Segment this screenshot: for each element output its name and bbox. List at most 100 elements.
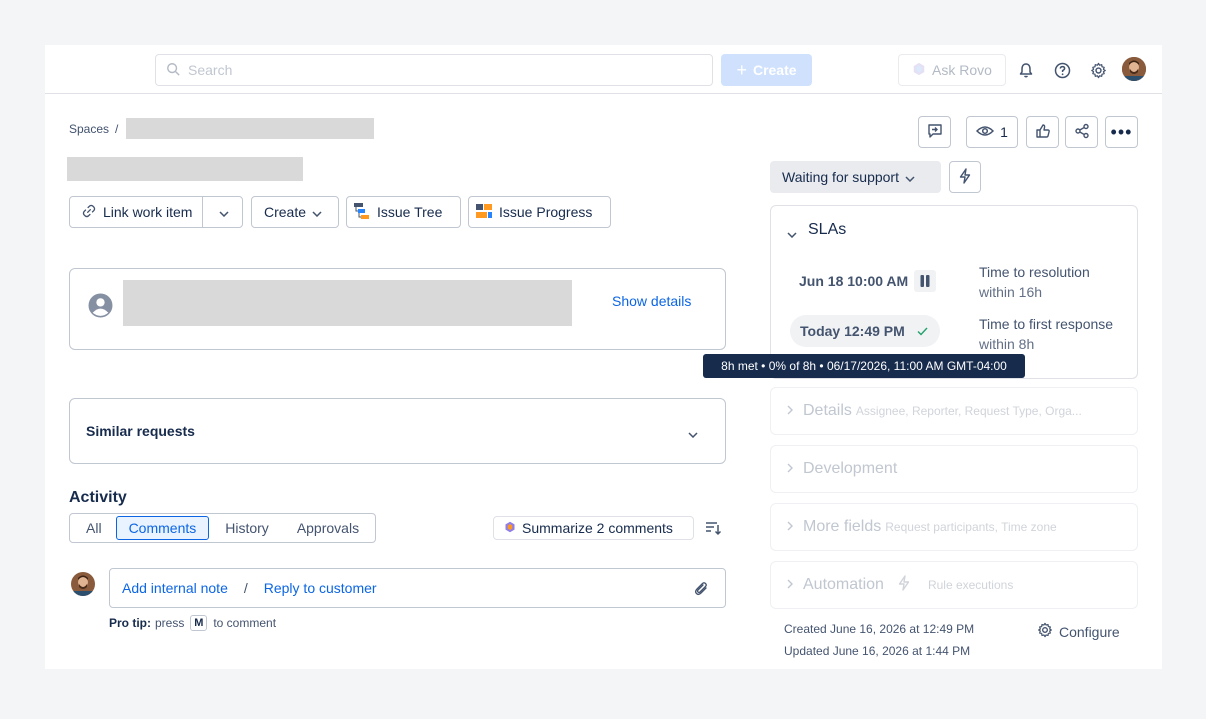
ask-rovo-button[interactable]: Ask Rovo (898, 54, 1006, 86)
details-section[interactable]: Details Assignee, Reporter, Request Type… (770, 387, 1138, 435)
watchers-button[interactable]: 1 (966, 116, 1018, 148)
sla-resolution-goal: within 16h (979, 284, 1043, 300)
reply-to-customer-link[interactable]: Reply to customer (264, 580, 377, 596)
reporter-description-redacted (123, 280, 572, 326)
configure-button[interactable]: Configure (1037, 622, 1120, 641)
activity-tabs: All Comments History Approvals (69, 513, 377, 543)
pro-tip-suffix: to comment (213, 616, 277, 630)
show-details-link[interactable]: Show details (612, 293, 691, 309)
tab-history[interactable]: History (211, 516, 283, 540)
summarize-comments-button[interactable]: Summarize 2 comments (493, 516, 694, 540)
breadcrumb-separator: / (115, 121, 119, 136)
summarize-label: Summarize 2 comments (522, 520, 673, 536)
lightning-icon (898, 574, 910, 596)
settings-gear-icon[interactable] (1087, 59, 1109, 81)
reporter-card: Show details (69, 268, 726, 350)
more-horizontal-icon: ••• (1110, 122, 1133, 142)
tab-approvals[interactable]: Approvals (285, 516, 371, 540)
sla-first-response-time: Today 12:49 PM (800, 323, 905, 339)
plus-icon: + (736, 59, 747, 80)
share-button[interactable] (1065, 116, 1098, 148)
vote-button[interactable] (1026, 116, 1059, 148)
thumbs-up-icon (1035, 123, 1051, 142)
create-dropdown-button[interactable]: Create (251, 196, 339, 228)
lightning-icon (959, 167, 971, 187)
pro-tip-key: M (190, 615, 208, 631)
more-fields-section[interactable]: More fields Request participants, Time z… (770, 503, 1138, 551)
breadcrumb-project-redacted[interactable] (126, 118, 375, 139)
tab-all[interactable]: All (74, 516, 114, 540)
watchers-count: 1 (1000, 124, 1008, 140)
eye-icon (976, 124, 995, 140)
similar-requests-title: Similar requests (86, 423, 195, 439)
search-input[interactable] (188, 62, 668, 78)
chevron-down-icon (905, 169, 915, 185)
link-work-item-dropdown[interactable] (209, 197, 239, 227)
pause-icon (914, 270, 937, 292)
chevron-right-icon (787, 402, 793, 420)
chevron-right-icon (787, 460, 793, 478)
issue-progress-icon (475, 203, 493, 222)
tab-comments[interactable]: Comments (115, 516, 210, 540)
pro-tip: Pro tip: press M to comment (109, 615, 276, 631)
sla-first-response-goal: within 8h (979, 336, 1035, 352)
status-dropdown[interactable]: Waiting for support (770, 161, 941, 193)
more-fields-sub: Request participants, Time zone (885, 520, 1057, 534)
more-fields-title: More fields (803, 518, 882, 535)
similar-requests-panel[interactable]: Similar requests (69, 398, 726, 464)
sla-panel: SLAs Jun 18 10:00 AM Time to resolution … (770, 205, 1138, 379)
automation-sub: Rule executions (927, 578, 1014, 592)
breadcrumb: Spaces / (69, 118, 375, 139)
issue-tree-icon (353, 202, 371, 223)
help-icon[interactable] (1051, 59, 1073, 81)
link-icon (82, 204, 96, 221)
details-sub: Assignee, Reporter, Request Type, Orga..… (855, 404, 1082, 418)
rovo-icon (912, 62, 926, 79)
paperclip-icon[interactable] (694, 581, 708, 599)
development-section[interactable]: Development (770, 445, 1138, 493)
breadcrumb-spaces-link[interactable]: Spaces (69, 122, 109, 136)
user-placeholder-icon (88, 293, 113, 323)
development-title: Development (803, 460, 898, 477)
chevron-down-icon (312, 204, 322, 220)
automation-section[interactable]: Automation Rule executions (770, 561, 1138, 609)
link-work-item-label: Link work item (103, 204, 193, 220)
chevron-down-icon[interactable] (787, 225, 797, 243)
chevron-down-icon (219, 204, 229, 220)
issue-title-redacted[interactable] (67, 157, 303, 181)
top-navigation: + Create Ask Rovo (45, 45, 1162, 94)
settings-gear-icon (1037, 622, 1053, 641)
sla-resolution-time-label: Jun 18 10:00 AM (799, 273, 909, 289)
status-label: Waiting for support (782, 169, 899, 185)
bell-icon[interactable] (1015, 59, 1037, 81)
sla-tooltip: 8h met • 0% of 8h • 06/17/2026, 11:00 AM… (703, 354, 1025, 378)
sla-title[interactable]: SLAs (808, 221, 846, 239)
user-avatar[interactable] (1122, 57, 1146, 81)
chevron-down-icon[interactable] (688, 425, 698, 443)
search-box[interactable] (155, 54, 713, 86)
more-actions-button[interactable]: ••• (1105, 116, 1138, 148)
sort-icon[interactable] (705, 520, 722, 541)
search-icon (166, 62, 180, 79)
create-label: Create (752, 62, 797, 78)
sla-resolution-name: Time to resolution (979, 264, 1090, 280)
updated-date: Updated June 16, 2026 at 1:44 PM (784, 644, 971, 658)
pro-tip-label: Pro tip: (109, 616, 151, 630)
link-work-item-group: Link work item (69, 196, 243, 228)
rovo-icon (504, 520, 516, 536)
issue-progress-label: Issue Progress (499, 204, 593, 220)
automation-actions-button[interactable] (949, 161, 981, 193)
automation-title: Automation (803, 576, 884, 593)
sla-resolution-time: Jun 18 10:00 AM (799, 270, 937, 292)
link-work-item-button[interactable]: Link work item (70, 197, 204, 227)
issue-progress-button[interactable]: Issue Progress (468, 196, 611, 228)
pro-tip-press: press (155, 616, 185, 630)
sla-first-response-pill[interactable]: Today 12:49 PM (790, 315, 940, 347)
add-internal-note-link[interactable]: Add internal note (122, 580, 228, 596)
issue-tree-button[interactable]: Issue Tree (346, 196, 461, 228)
feedback-button[interactable] (918, 116, 951, 148)
comment-box[interactable]: Add internal note / Reply to customer (109, 568, 726, 608)
feedback-icon (927, 123, 943, 142)
chevron-right-icon (787, 518, 793, 536)
create-button[interactable]: + Create (721, 54, 812, 86)
